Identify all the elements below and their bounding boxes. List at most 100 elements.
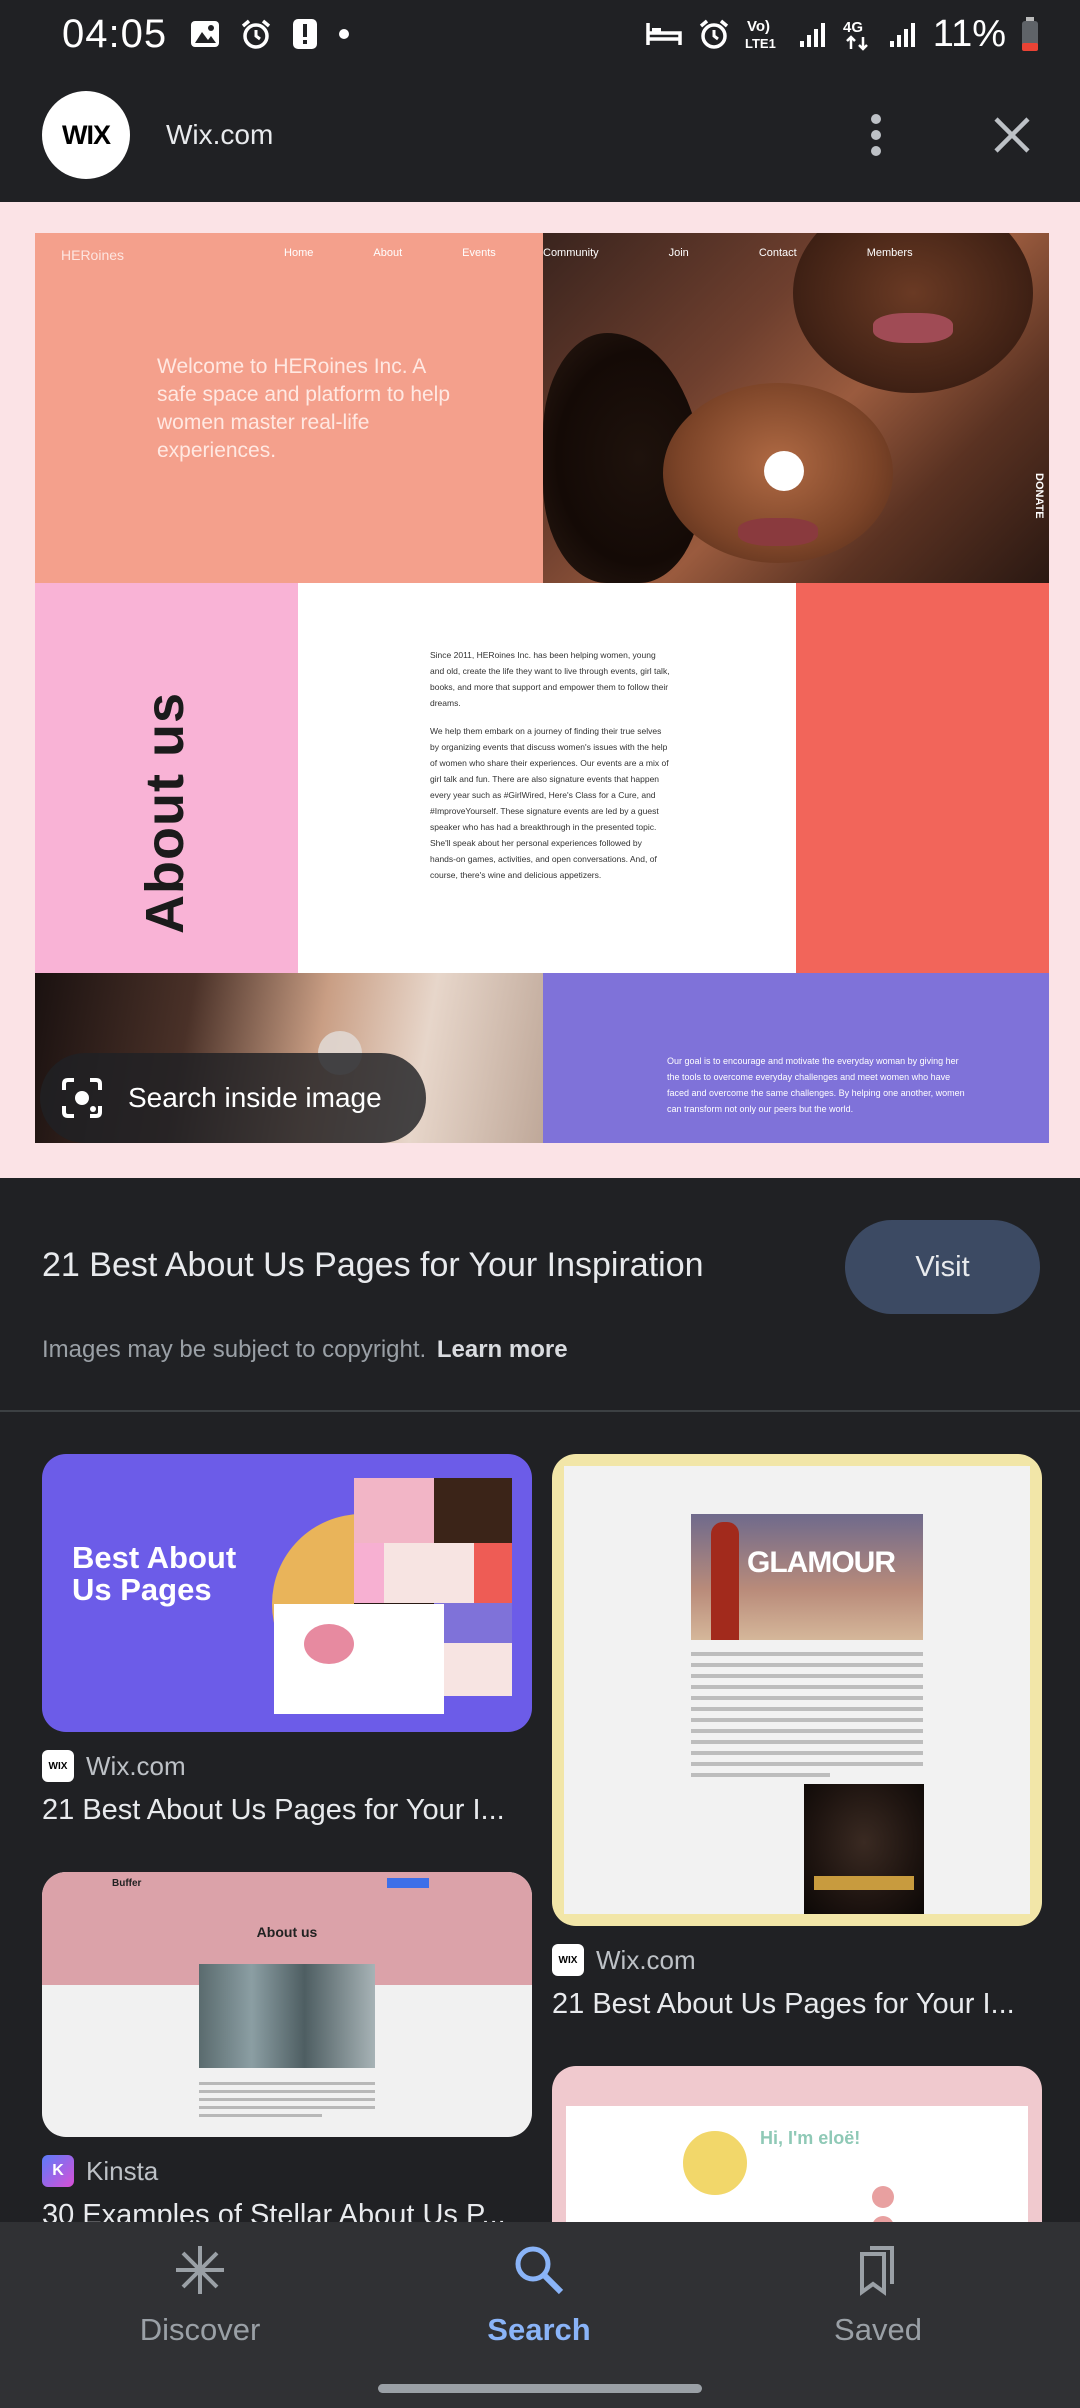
thumb-heading: GLAMOUR	[747, 1546, 896, 1579]
result-title[interactable]: 21 Best About Us Pages for Your Inspirat…	[42, 1246, 704, 1285]
alert-icon	[293, 19, 318, 49]
close-button[interactable]	[984, 107, 1040, 163]
hero-nav-item: Members	[866, 247, 913, 259]
thumb-button	[387, 1878, 429, 1888]
site-logo[interactable]: WIX	[42, 91, 130, 179]
nav-saved[interactable]: Saved	[768, 2242, 988, 2348]
goal-panel: Our goal is to encourage and motivate th…	[543, 973, 1049, 1143]
hero-nav-item: Home	[284, 247, 314, 259]
thumb-page-mockup	[274, 1604, 444, 1714]
home-indicator[interactable]	[378, 2384, 702, 2393]
source-row: WIX Wix.com	[42, 1750, 532, 1782]
bottom-navigation: Discover Search Saved	[0, 2222, 1080, 2408]
thumb-heading: Hi, I'm eloë!	[760, 2128, 861, 2148]
thumb-photo	[199, 1964, 375, 2068]
thumb-accent	[814, 1876, 914, 1890]
related-image-card[interactable]: GLAMOUR WIX Wix.com 21 Best About Us Pag…	[552, 1454, 1042, 2021]
search-icon	[515, 2246, 564, 2295]
asterisk-icon	[176, 2246, 224, 2294]
hero-nav: HERoines Home About Events	[61, 247, 496, 263]
source-row: WIX Wix.com	[552, 1944, 1042, 1976]
related-image-thumbnail[interactable]: Best About Us Pages	[42, 1454, 532, 1732]
wix-favicon-icon: WIX	[552, 1944, 584, 1976]
related-image-card[interactable]: Best About Us Pages WIX Wix.com 21 Best …	[42, 1454, 532, 1827]
alarm-icon	[699, 19, 728, 49]
site-logo-text: WIX	[62, 119, 111, 150]
svg-text:4G: 4G	[843, 19, 863, 36]
search-inside-image-label: Search inside image	[128, 1082, 382, 1113]
hero-brand: HERoines	[61, 247, 125, 263]
nav-label: Search	[487, 2312, 591, 2347]
signal-icon	[799, 23, 825, 47]
source-header: WIX Wix.com	[0, 68, 1080, 202]
learn-more-link[interactable]: Learn more	[437, 1336, 568, 1363]
related-image-card[interactable]: Buffer About us K Kinsta 30 Examples of …	[42, 1872, 532, 2222]
kinsta-favicon-icon: K	[42, 2155, 74, 2187]
svg-text:Vo): Vo)	[747, 18, 770, 35]
hero-nav-item: Join	[668, 247, 689, 259]
thumb-text-lines	[199, 2082, 375, 2122]
notification-icons	[189, 17, 351, 51]
thumb-avatar	[680, 2128, 750, 2198]
about-copy: Since 2011, HERoines Inc. has been helpi…	[430, 647, 670, 895]
about-panel: About us	[35, 583, 298, 973]
system-icons: Vo) LTE1 4G 11%	[645, 13, 1040, 56]
card-title: 21 Best About Us Pages for Your I...	[42, 1794, 505, 1826]
photo-lips	[738, 518, 818, 546]
related-image-thumbnail[interactable]: GLAMOUR	[552, 1454, 1042, 1926]
svg-text:LTE1: LTE1	[745, 36, 776, 51]
source-name: Wix.com	[596, 1944, 696, 1975]
thumb-shape	[872, 2186, 894, 2208]
more-options-button[interactable]	[848, 107, 904, 163]
related-image-card[interactable]: Hi, I'm eloë!	[552, 2066, 1042, 2222]
battery-percentage: 11%	[932, 12, 1006, 55]
status-bar: 04:05 Vo) LTE1 4G 11%	[0, 0, 1080, 68]
more-vert-icon	[871, 114, 881, 156]
image-preview[interactable]: HERoines Home About Events Welcome to HE…	[0, 202, 1080, 1178]
preview-image[interactable]: HERoines Home About Events Welcome to HE…	[35, 233, 1049, 1143]
thumb-portrait	[804, 1784, 924, 1914]
wix-favicon-icon: WIX	[42, 1750, 74, 1782]
related-image-thumbnail[interactable]: Hi, I'm eloë!	[552, 2066, 1042, 2222]
card-title: 21 Best About Us Pages for Your I...	[552, 1988, 1015, 2020]
nav-discover[interactable]: Discover	[90, 2242, 310, 2348]
header-actions	[848, 107, 1040, 163]
related-image-thumbnail[interactable]: Buffer About us	[42, 1872, 532, 2137]
hero-photo: Community Join Contact Members DONATE	[543, 233, 1049, 583]
thumb-banner: GLAMOUR	[691, 1514, 923, 1640]
signal-icon-2	[889, 23, 915, 47]
thumb-page-mockup	[566, 2106, 1028, 2222]
visual-match-dot[interactable]	[764, 451, 804, 491]
hero-nav-right: Community Join Contact Members	[543, 247, 913, 259]
copyright-text: Images may be subject to copyright.	[42, 1336, 427, 1363]
thumb-heading: About us	[256, 1924, 318, 1940]
site-name[interactable]: Wix.com	[166, 119, 273, 151]
thumb-page-mockup: GLAMOUR	[564, 1466, 1030, 1914]
donate-label: DONATE	[1033, 473, 1045, 519]
photo-lips	[873, 313, 953, 343]
thumb-text-lines	[691, 1652, 923, 1784]
search-inside-image-button[interactable]: Search inside image	[40, 1053, 426, 1143]
nav-label: Saved	[834, 2312, 922, 2347]
about-text-panel: Since 2011, HERoines Inc. has been helpi…	[298, 583, 796, 973]
source-name: Kinsta	[86, 2155, 159, 2186]
close-icon	[994, 117, 1030, 153]
status-time: 04:05	[62, 11, 168, 56]
nav-search[interactable]: Search	[429, 2242, 649, 2348]
source-name: Wix.com	[86, 1750, 186, 1781]
visit-button[interactable]: Visit	[845, 1220, 1040, 1314]
gallery-icon	[191, 21, 220, 47]
hero-text: Welcome to HERoines Inc. A safe space an…	[157, 355, 451, 462]
nav-label: Discover	[139, 2312, 261, 2347]
about-title: About us	[135, 692, 195, 934]
hero-nav-item: About	[373, 247, 403, 259]
card-title: 30 Examples of Stellar About Us P...	[42, 2199, 506, 2222]
hero-nav-item: Community	[543, 247, 599, 259]
alarm-icon	[241, 19, 271, 49]
thumb-heading: Best About Us Pages	[72, 1540, 237, 1607]
coral-panel	[796, 583, 1049, 973]
lens-icon	[62, 1078, 102, 1118]
dot-icon	[339, 29, 350, 39]
source-row: K Kinsta	[42, 2155, 532, 2187]
thumb-figure	[711, 1522, 739, 1640]
